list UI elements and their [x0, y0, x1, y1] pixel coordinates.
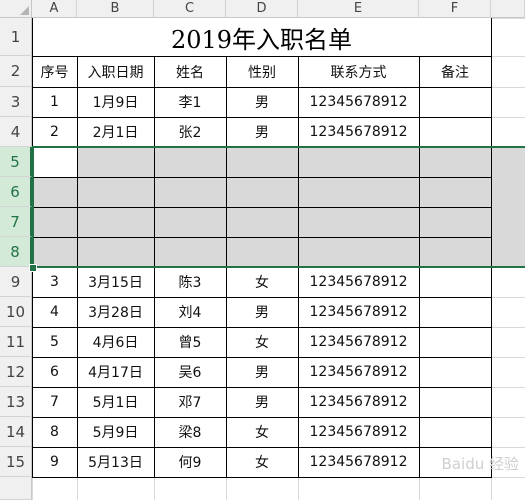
data-cell[interactable]: 吴6 [154, 357, 226, 387]
data-cell[interactable]: 何9 [154, 447, 226, 477]
column-header-extra[interactable] [491, 0, 525, 18]
table-border-h [32, 117, 492, 118]
watermark-logo: Baidu 经验 [441, 455, 519, 473]
data-cell[interactable]: 4月6日 [77, 327, 154, 357]
data-cell[interactable]: 男 [226, 297, 298, 327]
row-header-1[interactable]: 1 [0, 18, 32, 56]
table-border-h [32, 297, 492, 298]
data-cell[interactable]: 12345678912 [298, 417, 419, 447]
select-all-corner[interactable] [0, 0, 32, 18]
table-border-h [32, 327, 492, 328]
data-cell[interactable]: 男 [226, 387, 298, 417]
data-cell[interactable]: 12345678912 [298, 327, 419, 357]
data-cell[interactable]: 12345678912 [298, 297, 419, 327]
row-header-extra[interactable] [0, 477, 32, 500]
column-header-e[interactable]: E [298, 0, 419, 18]
data-cell[interactable] [419, 297, 491, 327]
table-border-h [32, 477, 492, 478]
data-cell[interactable]: 李1 [154, 87, 226, 117]
row-header-8[interactable]: 8 [0, 237, 32, 267]
data-cell[interactable]: 5月9日 [77, 417, 154, 447]
table-border-h [32, 87, 492, 88]
table-border-h [32, 56, 492, 57]
data-cell[interactable]: 12345678912 [298, 447, 419, 477]
data-cell[interactable]: 5月13日 [77, 447, 154, 477]
table-border-h [32, 387, 492, 388]
data-cell[interactable]: 女 [226, 267, 298, 297]
data-cell[interactable] [419, 387, 491, 417]
data-cell[interactable]: 男 [226, 117, 298, 147]
header-cell[interactable]: 姓名 [154, 56, 226, 87]
data-cell[interactable]: 陈3 [154, 267, 226, 297]
column-header-b[interactable]: B [77, 0, 154, 18]
data-cell[interactable]: 女 [226, 327, 298, 357]
data-cell[interactable]: 12345678912 [298, 387, 419, 417]
row-header-2[interactable]: 2 [0, 56, 32, 87]
data-cell[interactable]: 6 [32, 357, 77, 387]
data-cell[interactable] [419, 87, 491, 117]
row-header-14[interactable]: 14 [0, 417, 32, 447]
data-cell[interactable]: 女 [226, 417, 298, 447]
data-cell[interactable]: 5月1日 [77, 387, 154, 417]
data-cell[interactable]: 邓7 [154, 387, 226, 417]
row-header-11[interactable]: 11 [0, 327, 32, 357]
data-cell[interactable] [419, 267, 491, 297]
data-cell[interactable]: 4月17日 [77, 357, 154, 387]
data-cell[interactable]: 7 [32, 387, 77, 417]
row-header-13[interactable]: 13 [0, 387, 32, 417]
row-header-15[interactable]: 15 [0, 447, 32, 477]
data-cell[interactable]: 1月9日 [77, 87, 154, 117]
data-cell[interactable] [419, 117, 491, 147]
data-cell[interactable]: 刘4 [154, 297, 226, 327]
data-cell[interactable]: 12345678912 [298, 117, 419, 147]
data-cell[interactable]: 4 [32, 297, 77, 327]
data-cell[interactable]: 8 [32, 417, 77, 447]
data-cell[interactable] [419, 327, 491, 357]
row-header-7[interactable]: 7 [0, 207, 32, 237]
data-cell[interactable]: 12345678912 [298, 267, 419, 297]
data-cell[interactable] [419, 357, 491, 387]
fill-handle[interactable] [29, 264, 37, 272]
data-cell[interactable]: 男 [226, 357, 298, 387]
column-header-a[interactable]: A [32, 0, 77, 18]
data-cell[interactable]: 1 [32, 87, 77, 117]
data-cell[interactable]: 曾5 [154, 327, 226, 357]
data-cell[interactable]: 张2 [154, 117, 226, 147]
row-selection-box [32, 146, 525, 268]
data-cell[interactable]: 梁8 [154, 417, 226, 447]
data-cell[interactable]: 2 [32, 117, 77, 147]
header-cell[interactable]: 性别 [226, 56, 298, 87]
header-cell[interactable]: 序号 [32, 56, 77, 87]
row-header-4[interactable]: 4 [0, 117, 32, 147]
header-cell[interactable]: 联系方式 [298, 56, 419, 87]
row-header-3[interactable]: 3 [0, 87, 32, 117]
row-header-9[interactable]: 9 [0, 267, 32, 297]
spreadsheet: A B C D E F 1 2 3 4 5 6 7 8 9 10 11 12 13 14 15 2019年入职名单 序号 入职… [0, 0, 525, 500]
table-border-h [32, 357, 492, 358]
data-cell[interactable]: 男 [226, 87, 298, 117]
data-cell[interactable] [419, 417, 491, 447]
table-border-h [32, 18, 492, 19]
header-cell[interactable]: 入职日期 [77, 56, 154, 87]
row-header-5[interactable]: 5 [0, 147, 32, 177]
table-border-h [32, 447, 492, 448]
data-cell[interactable]: 3月15日 [77, 267, 154, 297]
data-cell[interactable]: 女 [226, 447, 298, 477]
data-cell[interactable]: 12345678912 [298, 87, 419, 117]
column-header-c[interactable]: C [154, 0, 226, 18]
data-cell[interactable]: 3月28日 [77, 297, 154, 327]
sheet-title-cell[interactable]: 2019年入职名单 [32, 18, 491, 56]
data-cell[interactable]: 5 [32, 327, 77, 357]
data-cell[interactable]: 3 [32, 267, 77, 297]
table-border-h [32, 417, 492, 418]
column-header-d[interactable]: D [226, 0, 298, 18]
column-header-f[interactable]: F [419, 0, 491, 18]
data-cell[interactable]: 12345678912 [298, 357, 419, 387]
header-cell[interactable]: 备注 [419, 56, 491, 87]
row-header-10[interactable]: 10 [0, 297, 32, 327]
data-cell[interactable]: 2月1日 [77, 117, 154, 147]
data-cell[interactable]: 9 [32, 447, 77, 477]
row-header-6[interactable]: 6 [0, 177, 32, 207]
row-header-12[interactable]: 12 [0, 357, 32, 387]
